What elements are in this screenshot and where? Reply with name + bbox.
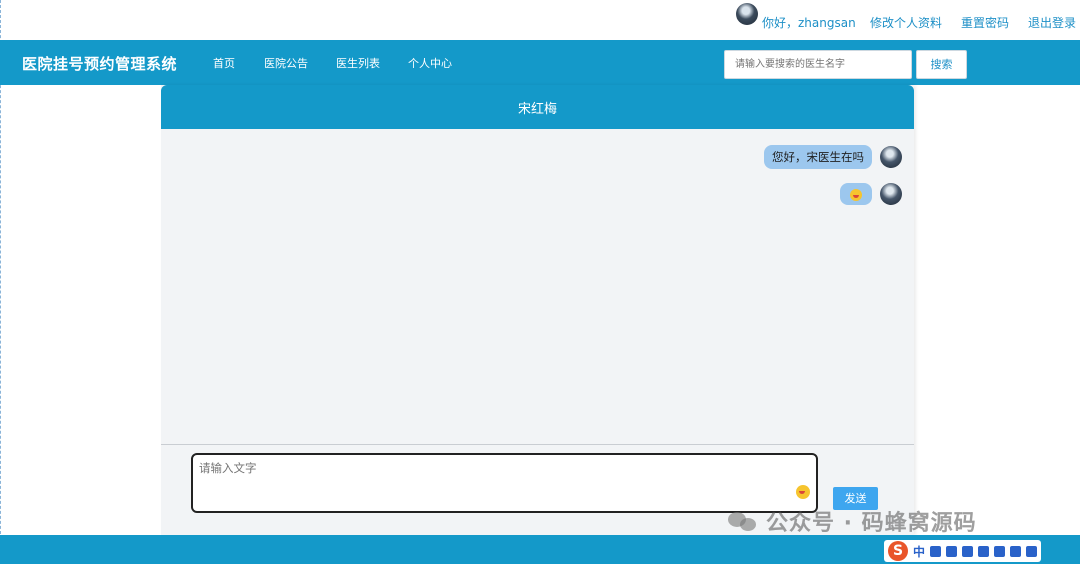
- user-avatar[interactable]: [736, 3, 758, 25]
- emoji-picker-icon[interactable]: [796, 485, 810, 499]
- user-greeting: 你好，zhangsan: [762, 16, 856, 30]
- message-row: 您好，宋医生在吗: [764, 145, 902, 169]
- search-button[interactable]: 搜索: [916, 50, 967, 79]
- sender-avatar: [880, 146, 902, 168]
- sogou-ime-icon[interactable]: S: [888, 541, 908, 561]
- nav-personal-center[interactable]: 个人中心: [408, 55, 452, 71]
- user-bar: 你好，zhangsan 修改个人资料 重置密码 退出登录: [0, 0, 1080, 40]
- chat-panel: 宋红梅 您好，宋医生在吗 发送: [161, 85, 914, 535]
- message-input[interactable]: [191, 453, 818, 513]
- ime-chat-icon[interactable]: [994, 545, 1006, 557]
- watermark-text: 公众号 · 码蜂窝源码: [766, 511, 977, 536]
- chat-header-doctor-name: 宋红梅: [161, 85, 914, 129]
- ime-microphone-icon[interactable]: [946, 545, 958, 557]
- nav-home[interactable]: 首页: [213, 55, 235, 71]
- message-bubble-emoji: [840, 183, 872, 205]
- reset-password-link[interactable]: 重置密码: [961, 14, 1009, 31]
- sender-avatar: [880, 183, 902, 205]
- ime-skin-icon[interactable]: [978, 545, 990, 557]
- ime-toolbar: S 中: [884, 540, 1042, 562]
- doctor-search-input[interactable]: [724, 50, 912, 79]
- wechat-icon: [728, 510, 758, 532]
- grinning-emoji-icon: [850, 188, 862, 201]
- edit-profile-link[interactable]: 修改个人资料: [870, 14, 942, 31]
- nav-announcements[interactable]: 医院公告: [264, 55, 308, 71]
- logout-link[interactable]: 退出登录: [1028, 14, 1076, 31]
- ime-apps-icon[interactable]: [1010, 545, 1022, 557]
- ime-punctuation-icon[interactable]: [930, 545, 942, 557]
- chat-divider: [161, 444, 914, 445]
- ime-settings-icon[interactable]: [1026, 545, 1038, 557]
- ime-mode-label[interactable]: 中: [913, 543, 925, 560]
- message-row: [840, 183, 902, 205]
- ime-keyboard-icon[interactable]: [962, 545, 974, 557]
- message-bubble: 您好，宋医生在吗: [764, 145, 872, 169]
- nav-doctor-list[interactable]: 医生列表: [336, 55, 380, 71]
- site-brand[interactable]: 医院挂号预约管理系统: [22, 53, 177, 74]
- watermark: 公众号 · 码蜂窝源码: [728, 505, 977, 537]
- nav-bar: 医院挂号预约管理系统 首页 医院公告 医生列表 个人中心 搜索: [0, 40, 1080, 85]
